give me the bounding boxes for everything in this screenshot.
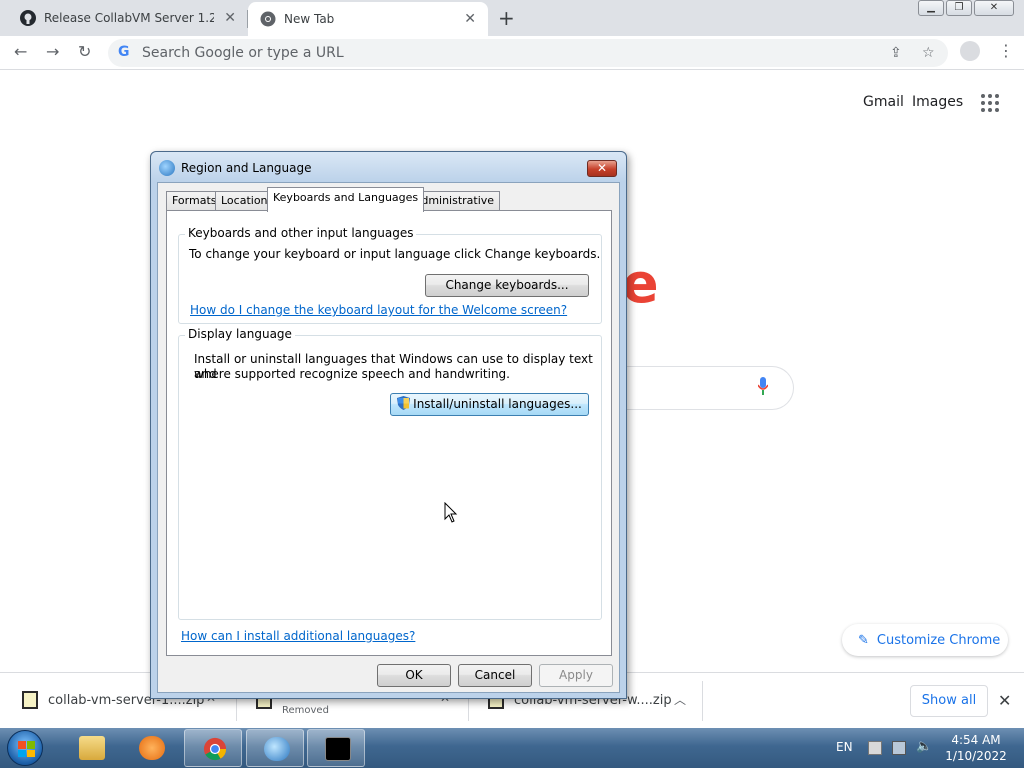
keyboards-group-label: Keyboards and other input languages	[185, 226, 417, 240]
divider	[702, 681, 703, 721]
taskbar-command-prompt[interactable]	[307, 729, 365, 767]
tab-location[interactable]: Location	[215, 191, 274, 211]
clock-date: 1/10/2022	[945, 749, 1007, 763]
tab-page: Keyboards and other input languages To c…	[166, 210, 612, 656]
mouse-pointer-icon	[444, 502, 458, 523]
tab-new-tab[interactable]: New Tab ✕	[248, 2, 488, 36]
apply-button[interactable]: Apply	[539, 664, 613, 687]
install-uninstall-languages-button[interactable]: Install/uninstall languages...	[390, 393, 589, 416]
dialog-body: Formats Location Keyboards and Languages…	[157, 182, 620, 693]
images-link[interactable]: Images	[912, 94, 963, 110]
minimize-button[interactable]: ▁	[918, 0, 944, 16]
share-icon[interactable]: ⇪	[890, 45, 902, 61]
new-tab-button[interactable]: +	[498, 6, 515, 30]
dialog-title: Region and Language	[181, 161, 312, 175]
customize-chrome-button[interactable]: ✎ Customize Chrome	[842, 624, 1008, 656]
pencil-icon: ✎	[858, 632, 869, 648]
display-language-group-label: Display language	[185, 327, 295, 341]
tab-title: New Tab	[284, 12, 335, 26]
back-arrow-icon[interactable]: ←	[14, 42, 27, 61]
ok-button[interactable]: OK	[377, 664, 451, 687]
window-close-button[interactable]: ✕	[974, 0, 1014, 16]
tab-title: Release CollabVM Server 1.2.11 ·	[44, 11, 214, 25]
browser-toolbar: ← → ↻ G Search Google or type a URL ⇪ ☆ …	[0, 36, 1024, 70]
install-additional-languages-link[interactable]: How can I install additional languages?	[181, 629, 415, 643]
taskbar-chrome[interactable]	[184, 729, 242, 767]
chrome-menu-icon[interactable]: ⋮	[998, 41, 1014, 60]
tab-keyboards-and-languages[interactable]: Keyboards and Languages	[267, 187, 425, 212]
action-center-icon[interactable]	[868, 741, 882, 755]
address-placeholder: Search Google or type a URL	[142, 45, 344, 61]
clock-time: 4:54 AM	[951, 733, 1001, 747]
cancel-button[interactable]: Cancel	[458, 664, 532, 687]
gmail-link[interactable]: Gmail	[863, 94, 904, 110]
github-icon	[20, 10, 36, 26]
dialog-titlebar[interactable]: Region and Language ✕	[151, 152, 626, 182]
network-icon[interactable]	[892, 741, 906, 755]
close-shelf-icon[interactable]: ✕	[998, 691, 1011, 710]
tab-github-release[interactable]: Release CollabVM Server 1.2.11 · ✕	[8, 0, 248, 36]
restore-button[interactable]: ❐	[946, 0, 972, 16]
google-g-icon: G	[118, 44, 130, 60]
keyboards-group: Keyboards and other input languages To c…	[178, 226, 602, 324]
chrome-icon	[260, 11, 276, 27]
media-player-icon	[139, 736, 165, 760]
address-bar[interactable]: G Search Google or type a URL ⇪ ☆	[108, 39, 948, 67]
globe-icon	[159, 160, 175, 176]
taskbar-explorer[interactable]	[62, 729, 120, 767]
uac-shield-icon	[397, 396, 411, 410]
welcome-screen-keyboard-link[interactable]: How do I change the keyboard layout for …	[190, 303, 567, 317]
tab-strip: Release CollabVM Server 1.2.11 · ✕ New T…	[0, 0, 1024, 36]
taskbar-media-player[interactable]	[122, 729, 180, 767]
chevron-up-icon[interactable]: ︿	[674, 691, 686, 708]
zip-file-icon	[22, 691, 38, 709]
profile-avatar-icon[interactable]	[960, 41, 980, 61]
download-status: Removed	[282, 705, 329, 716]
taskbar-region-language[interactable]	[246, 729, 304, 767]
volume-icon[interactable]: 🔈	[916, 739, 932, 754]
dialog-close-button[interactable]: ✕	[587, 160, 617, 177]
language-indicator[interactable]: EN	[836, 740, 853, 754]
display-language-group: Display language Install or uninstall la…	[178, 327, 602, 620]
change-keyboards-button[interactable]: Change keyboards...	[425, 274, 589, 297]
reload-icon[interactable]: ↻	[78, 42, 91, 61]
google-logo-fragment: e	[622, 252, 659, 315]
tab-close-icon[interactable]: ✕	[224, 10, 236, 26]
install-languages-label: Install/uninstall languages...	[413, 397, 582, 411]
windows-taskbar: EN 🔈 4:54 AM 1/10/2022	[0, 728, 1024, 768]
region-language-dialog: Region and Language ✕ Formats Location K…	[150, 151, 627, 699]
tab-close-icon[interactable]: ✕	[464, 11, 476, 27]
customize-label: Customize Chrome	[876, 632, 1001, 648]
taskbar-clock[interactable]: 4:54 AM 1/10/2022	[940, 732, 1012, 764]
folder-icon	[79, 736, 105, 760]
microphone-icon[interactable]	[758, 377, 768, 395]
forward-arrow-icon[interactable]: →	[46, 42, 59, 61]
show-all-button[interactable]: Show all	[910, 685, 988, 717]
google-apps-icon[interactable]	[981, 94, 999, 112]
display-language-line2: where supported recognize speech and han…	[194, 367, 510, 381]
bookmark-star-icon[interactable]: ☆	[922, 45, 935, 61]
chrome-icon	[203, 737, 227, 761]
start-button[interactable]	[7, 730, 43, 766]
keyboards-description: To change your keyboard or input languag…	[189, 247, 601, 261]
command-prompt-icon	[325, 737, 351, 761]
window-controls: ▁ ❐ ✕	[918, 0, 1014, 16]
windows-logo-icon	[18, 741, 35, 757]
globe-icon	[264, 737, 290, 761]
